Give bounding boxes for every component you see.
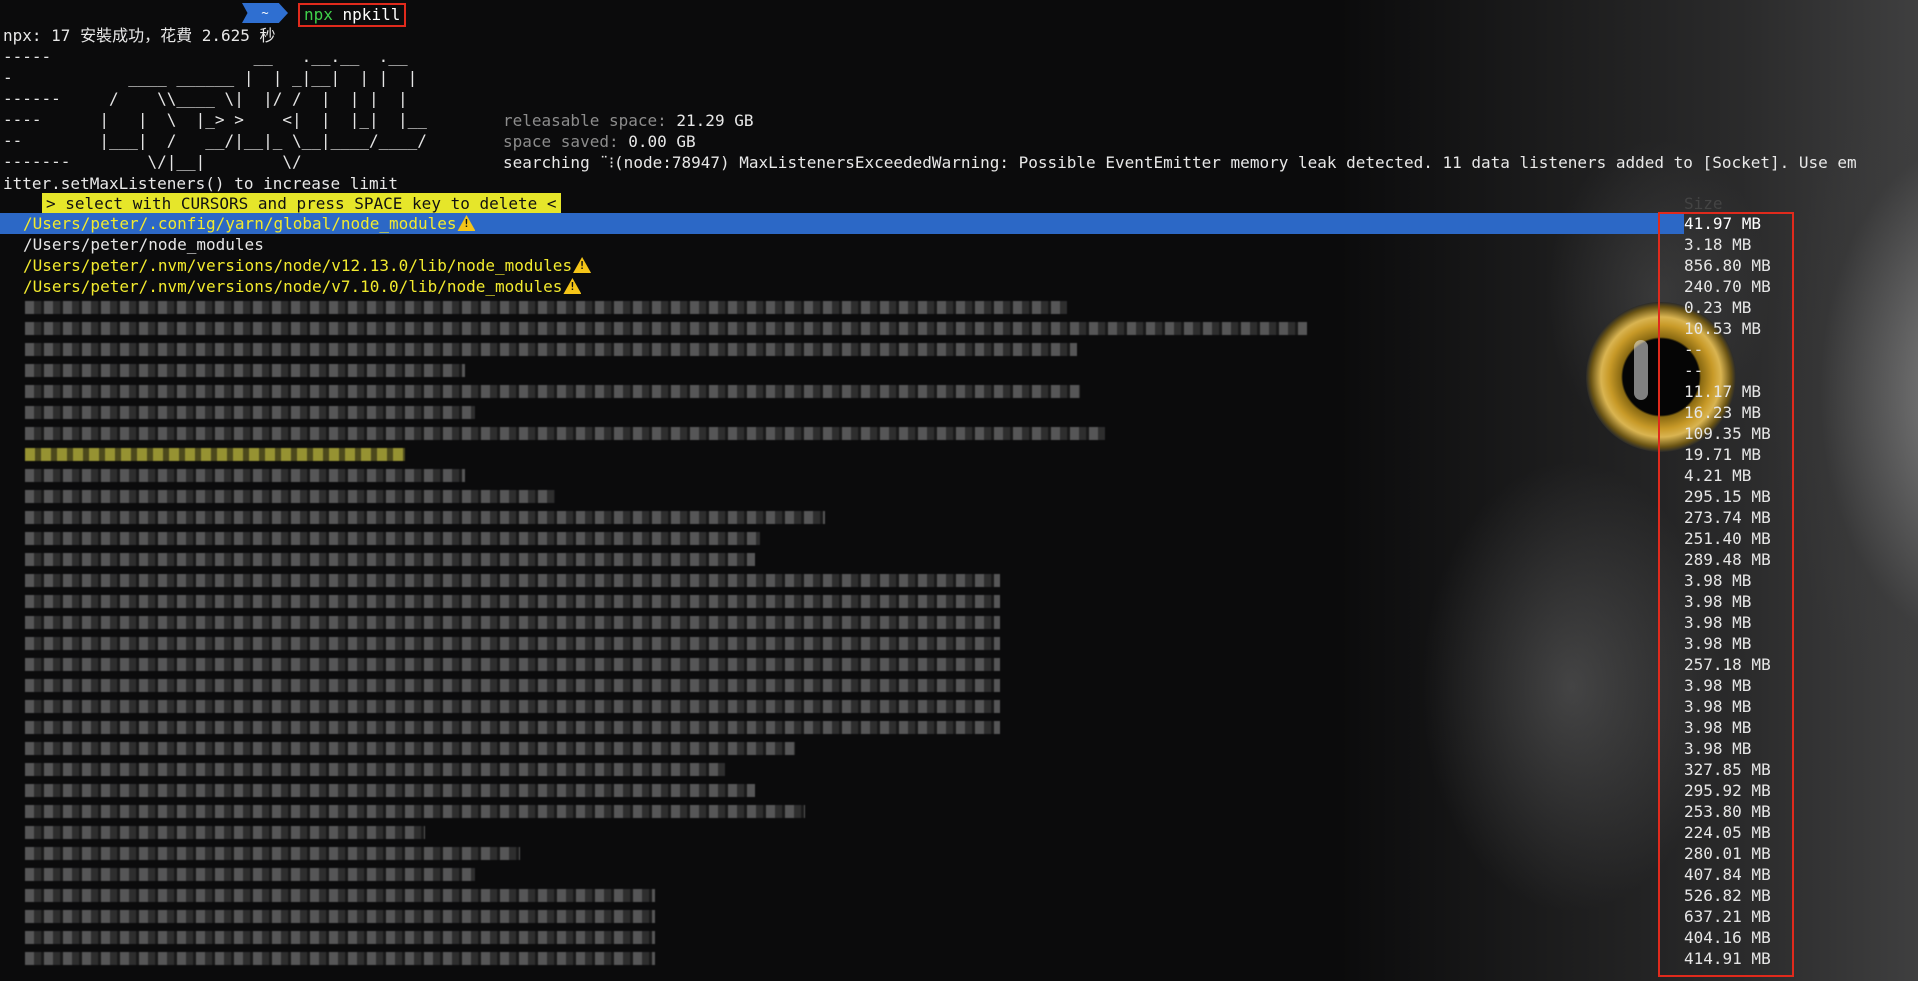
- redacted-path: [25, 742, 795, 755]
- result-row[interactable]: 257.18 MB: [0, 654, 1918, 675]
- result-row[interactable]: 637.21 MB: [0, 906, 1918, 927]
- redacted-path: [25, 931, 655, 944]
- result-row[interactable]: /Users/peter/.nvm/versions/node/v12.13.0…: [0, 255, 1918, 276]
- redacted-path: [25, 406, 475, 419]
- redacted-path: [25, 469, 465, 482]
- redacted-path: [25, 805, 805, 818]
- result-row[interactable]: 3.98 MB: [0, 738, 1918, 759]
- redacted-path: [25, 322, 1307, 335]
- result-row[interactable]: 3.98 MB: [0, 633, 1918, 654]
- command-npkill: npkill: [332, 5, 401, 24]
- sizes-column-highlight: [1658, 212, 1794, 977]
- redacted-path: [25, 868, 475, 881]
- redacted-path: [25, 700, 1000, 713]
- redacted-path: [25, 847, 520, 860]
- redacted-path: [25, 952, 655, 965]
- selection-hint-banner: > select with CURSORS and press SPACE ke…: [42, 193, 561, 213]
- result-row[interactable]: 407.84 MB: [0, 864, 1918, 885]
- redacted-path: [25, 826, 425, 839]
- result-row[interactable]: 3.98 MB: [0, 591, 1918, 612]
- releasable-space-label: releasable space:: [503, 111, 667, 130]
- result-row[interactable]: 3.98 MB: [0, 612, 1918, 633]
- result-row[interactable]: /Users/peter/.config/yarn/global/node_mo…: [0, 213, 1761, 234]
- warning-icon: [573, 257, 592, 273]
- redacted-path: [25, 679, 1000, 692]
- result-row[interactable]: /Users/peter/.nvm/versions/node/v7.10.0/…: [0, 276, 1918, 297]
- npkill-ascii-logo: ----- __ .__.__ .__ - ____ ______ | | _|…: [3, 47, 427, 171]
- result-path: /Users/peter/.nvm/versions/node/v7.10.0/…: [23, 276, 582, 297]
- redacted-path: [25, 448, 405, 461]
- result-row[interactable]: 3.98 MB: [0, 675, 1918, 696]
- result-path: /Users/peter/.nvm/versions/node/v12.13.0…: [23, 255, 592, 276]
- searching-warning-text: searching ¨⁝(node:78947) MaxListenersExc…: [503, 153, 1857, 172]
- warning-continuation-text: itter.setMaxListeners() to increase limi…: [3, 174, 398, 193]
- redacted-path: [25, 637, 1000, 650]
- result-row[interactable]: 526.82 MB: [0, 885, 1918, 906]
- redacted-path: [25, 385, 1080, 398]
- releasable-space-stat: releasable space: 21.29 GB: [503, 110, 753, 131]
- sizes-column-header: Size: [1684, 194, 1723, 213]
- prompt-command: npx npkill: [298, 3, 407, 27]
- redacted-path: [25, 721, 1000, 734]
- result-row[interactable]: 295.15 MB: [0, 486, 1918, 507]
- redacted-path: [25, 343, 1077, 356]
- space-saved-stat: space saved: 0.00 GB: [503, 131, 696, 152]
- result-row[interactable]: 404.16 MB: [0, 927, 1918, 948]
- prompt-directory-label: ~: [261, 6, 269, 20]
- result-row[interactable]: 414.91 MB: [0, 948, 1918, 969]
- result-row[interactable]: 3.98 MB: [0, 570, 1918, 591]
- redacted-path: [25, 889, 655, 902]
- redacted-path: [25, 427, 1105, 440]
- prompt-directory-segment: ~: [242, 3, 288, 23]
- result-row[interactable]: 280.01 MB: [0, 843, 1918, 864]
- redacted-path: [25, 511, 825, 524]
- result-row[interactable]: 295.92 MB: [0, 780, 1918, 801]
- result-row[interactable]: 327.85 MB: [0, 759, 1918, 780]
- space-saved-label: space saved:: [503, 132, 619, 151]
- result-path: /Users/peter/.config/yarn/global/node_mo…: [23, 213, 476, 234]
- result-row[interactable]: 109.35 MB: [0, 423, 1918, 444]
- redacted-path: [25, 910, 655, 923]
- redacted-path: [25, 763, 725, 776]
- npx-install-message: npx: 17 安裝成功，花費 2.625 秒: [3, 26, 276, 45]
- result-row[interactable]: 224.05 MB: [0, 822, 1918, 843]
- results-list[interactable]: /Users/peter/.config/yarn/global/node_mo…: [0, 213, 1918, 969]
- result-row[interactable]: --: [0, 339, 1918, 360]
- result-row[interactable]: 3.98 MB: [0, 717, 1918, 738]
- result-row[interactable]: --: [0, 360, 1918, 381]
- redacted-path: [25, 364, 465, 377]
- result-row[interactable]: 10.53 MB: [0, 318, 1918, 339]
- redacted-path: [25, 553, 755, 566]
- result-row[interactable]: 19.71 MB: [0, 444, 1918, 465]
- result-path: /Users/peter/node_modules: [23, 235, 264, 254]
- command-npx: npx: [304, 5, 333, 24]
- result-row[interactable]: 3.98 MB: [0, 696, 1918, 717]
- redacted-path: [25, 532, 760, 545]
- redacted-path: [25, 595, 1000, 608]
- result-row[interactable]: 289.48 MB: [0, 549, 1918, 570]
- redacted-path: [25, 574, 1000, 587]
- redacted-path: [25, 658, 1000, 671]
- result-row[interactable]: 253.80 MB: [0, 801, 1918, 822]
- result-row[interactable]: /Users/peter/node_modules 3.18 MB: [0, 234, 1918, 255]
- result-row[interactable]: 4.21 MB: [0, 465, 1918, 486]
- result-row[interactable]: 11.17 MB: [0, 381, 1918, 402]
- space-saved-value: 0.00 GB: [628, 132, 696, 151]
- warning-icon: [457, 215, 476, 231]
- redacted-path: [25, 490, 555, 503]
- releasable-space-value: 21.29 GB: [676, 111, 754, 130]
- warning-icon: [563, 278, 582, 294]
- redacted-path: [25, 784, 755, 797]
- result-row[interactable]: 0.23 MB: [0, 297, 1918, 318]
- redacted-path: [25, 301, 1067, 314]
- result-row[interactable]: 273.74 MB: [0, 507, 1918, 528]
- redacted-path: [25, 616, 1000, 629]
- result-row[interactable]: 251.40 MB: [0, 528, 1918, 549]
- result-row[interactable]: 16.23 MB: [0, 402, 1918, 423]
